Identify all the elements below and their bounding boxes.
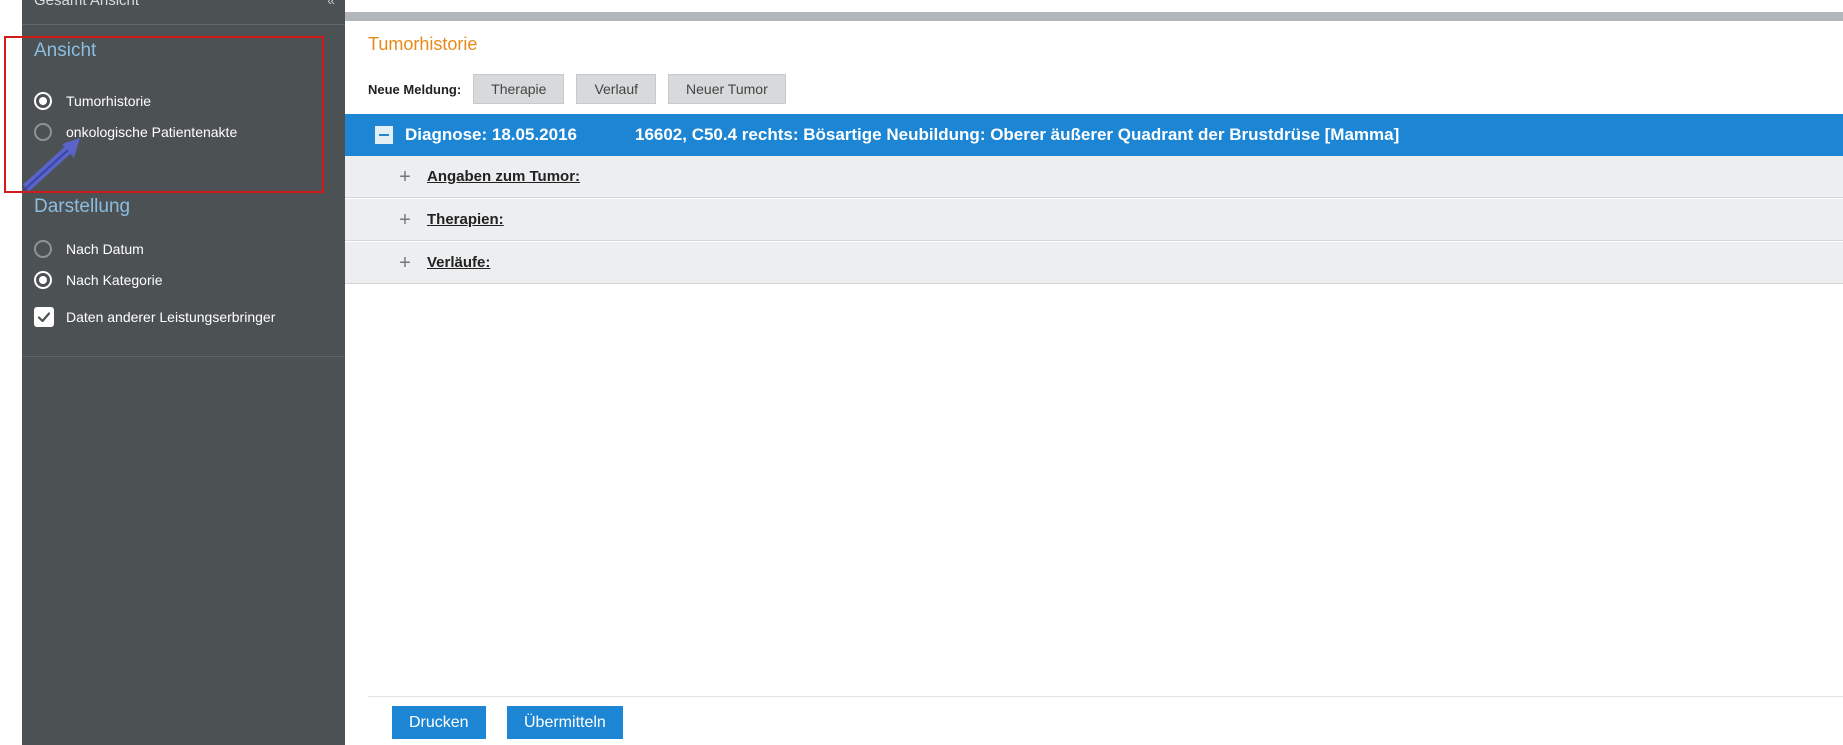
neuer-tumor-button[interactable]: Neuer Tumor — [668, 74, 786, 104]
expand-plus-icon[interactable]: + — [397, 210, 413, 230]
radio-unselected-icon[interactable] — [34, 123, 52, 141]
radio-label: Nach Kategorie — [66, 272, 163, 288]
radio-nach-datum[interactable]: Nach Datum — [34, 237, 144, 261]
section-link[interactable]: Verläufe: — [427, 254, 490, 271]
diagnosis-description: 16602, C50.4 rechts: Bösartige Neubildun… — [634, 125, 1400, 144]
neue-meldung-label: Neue Meldung: — [368, 81, 462, 97]
checkbox-daten-anderer-leistungserbringer[interactable]: Daten anderer Leistungserbringer — [34, 305, 275, 329]
radio-unselected-icon[interactable] — [34, 240, 52, 258]
diagnosis-row[interactable]: Diagnose: 18.05.2016 16602, C50.4 rechts… — [345, 114, 1843, 156]
section-link[interactable]: Angaben zum Tumor: — [427, 168, 580, 185]
print-button[interactable]: Drucken — [392, 706, 486, 739]
left-gutter — [0, 0, 22, 745]
radio-selected-icon[interactable] — [34, 92, 52, 110]
checkmark-icon — [37, 312, 51, 323]
checkbox-checked-icon[interactable] — [34, 307, 54, 327]
sidebar-clipped-header[interactable]: Gesamt Ansicht « — [22, 0, 345, 25]
expand-plus-icon[interactable]: + — [397, 167, 413, 187]
radio-nach-kategorie[interactable]: Nach Kategorie — [34, 268, 163, 292]
therapie-button[interactable]: Therapie — [473, 74, 565, 104]
checkbox-label: Daten anderer Leistungserbringer — [66, 309, 276, 325]
section-row-angaben-zum-tumor[interactable]: + Angaben zum Tumor: — [345, 156, 1843, 198]
verlauf-button[interactable]: Verlauf — [576, 74, 657, 104]
sidebar-divider — [22, 356, 345, 357]
collapse-chevron-icon[interactable]: « — [327, 0, 335, 8]
sidebar-clipped-title: Gesamt Ansicht — [34, 0, 140, 9]
neue-meldung-toolbar: Neue Meldung: Therapie Verlauf Neuer Tum… — [368, 74, 798, 104]
expand-plus-icon[interactable]: + — [397, 253, 413, 273]
section-row-verlaeufe[interactable]: + Verläufe: — [345, 242, 1843, 284]
radio-onkologische-patientenakte[interactable]: onkologische Patientenakte — [34, 120, 237, 144]
radio-tumorhistorie[interactable]: Tumorhistorie — [34, 89, 151, 113]
footer-divider — [368, 696, 1843, 697]
page-title: Tumorhistorie — [368, 34, 478, 54]
darstellung-title: Darstellung — [34, 196, 131, 217]
submit-button[interactable]: Übermitteln — [507, 706, 623, 739]
section-row-therapien[interactable]: + Therapien: — [345, 199, 1843, 241]
radio-label: Nach Datum — [66, 241, 144, 257]
sidebar: Gesamt Ansicht « Ansicht Tumorhistorie o… — [22, 0, 345, 745]
section-link[interactable]: Therapien: — [427, 211, 504, 228]
radio-label: Tumorhistorie — [66, 93, 152, 109]
radio-selected-icon[interactable] — [34, 271, 52, 289]
top-bar — [345, 12, 1843, 21]
ansicht-title: Ansicht — [34, 40, 97, 61]
radio-label: onkologische Patientenakte — [66, 124, 238, 140]
collapse-minus-icon[interactable] — [375, 126, 393, 144]
diagnosis-date: Diagnose: 18.05.2016 — [405, 125, 577, 144]
